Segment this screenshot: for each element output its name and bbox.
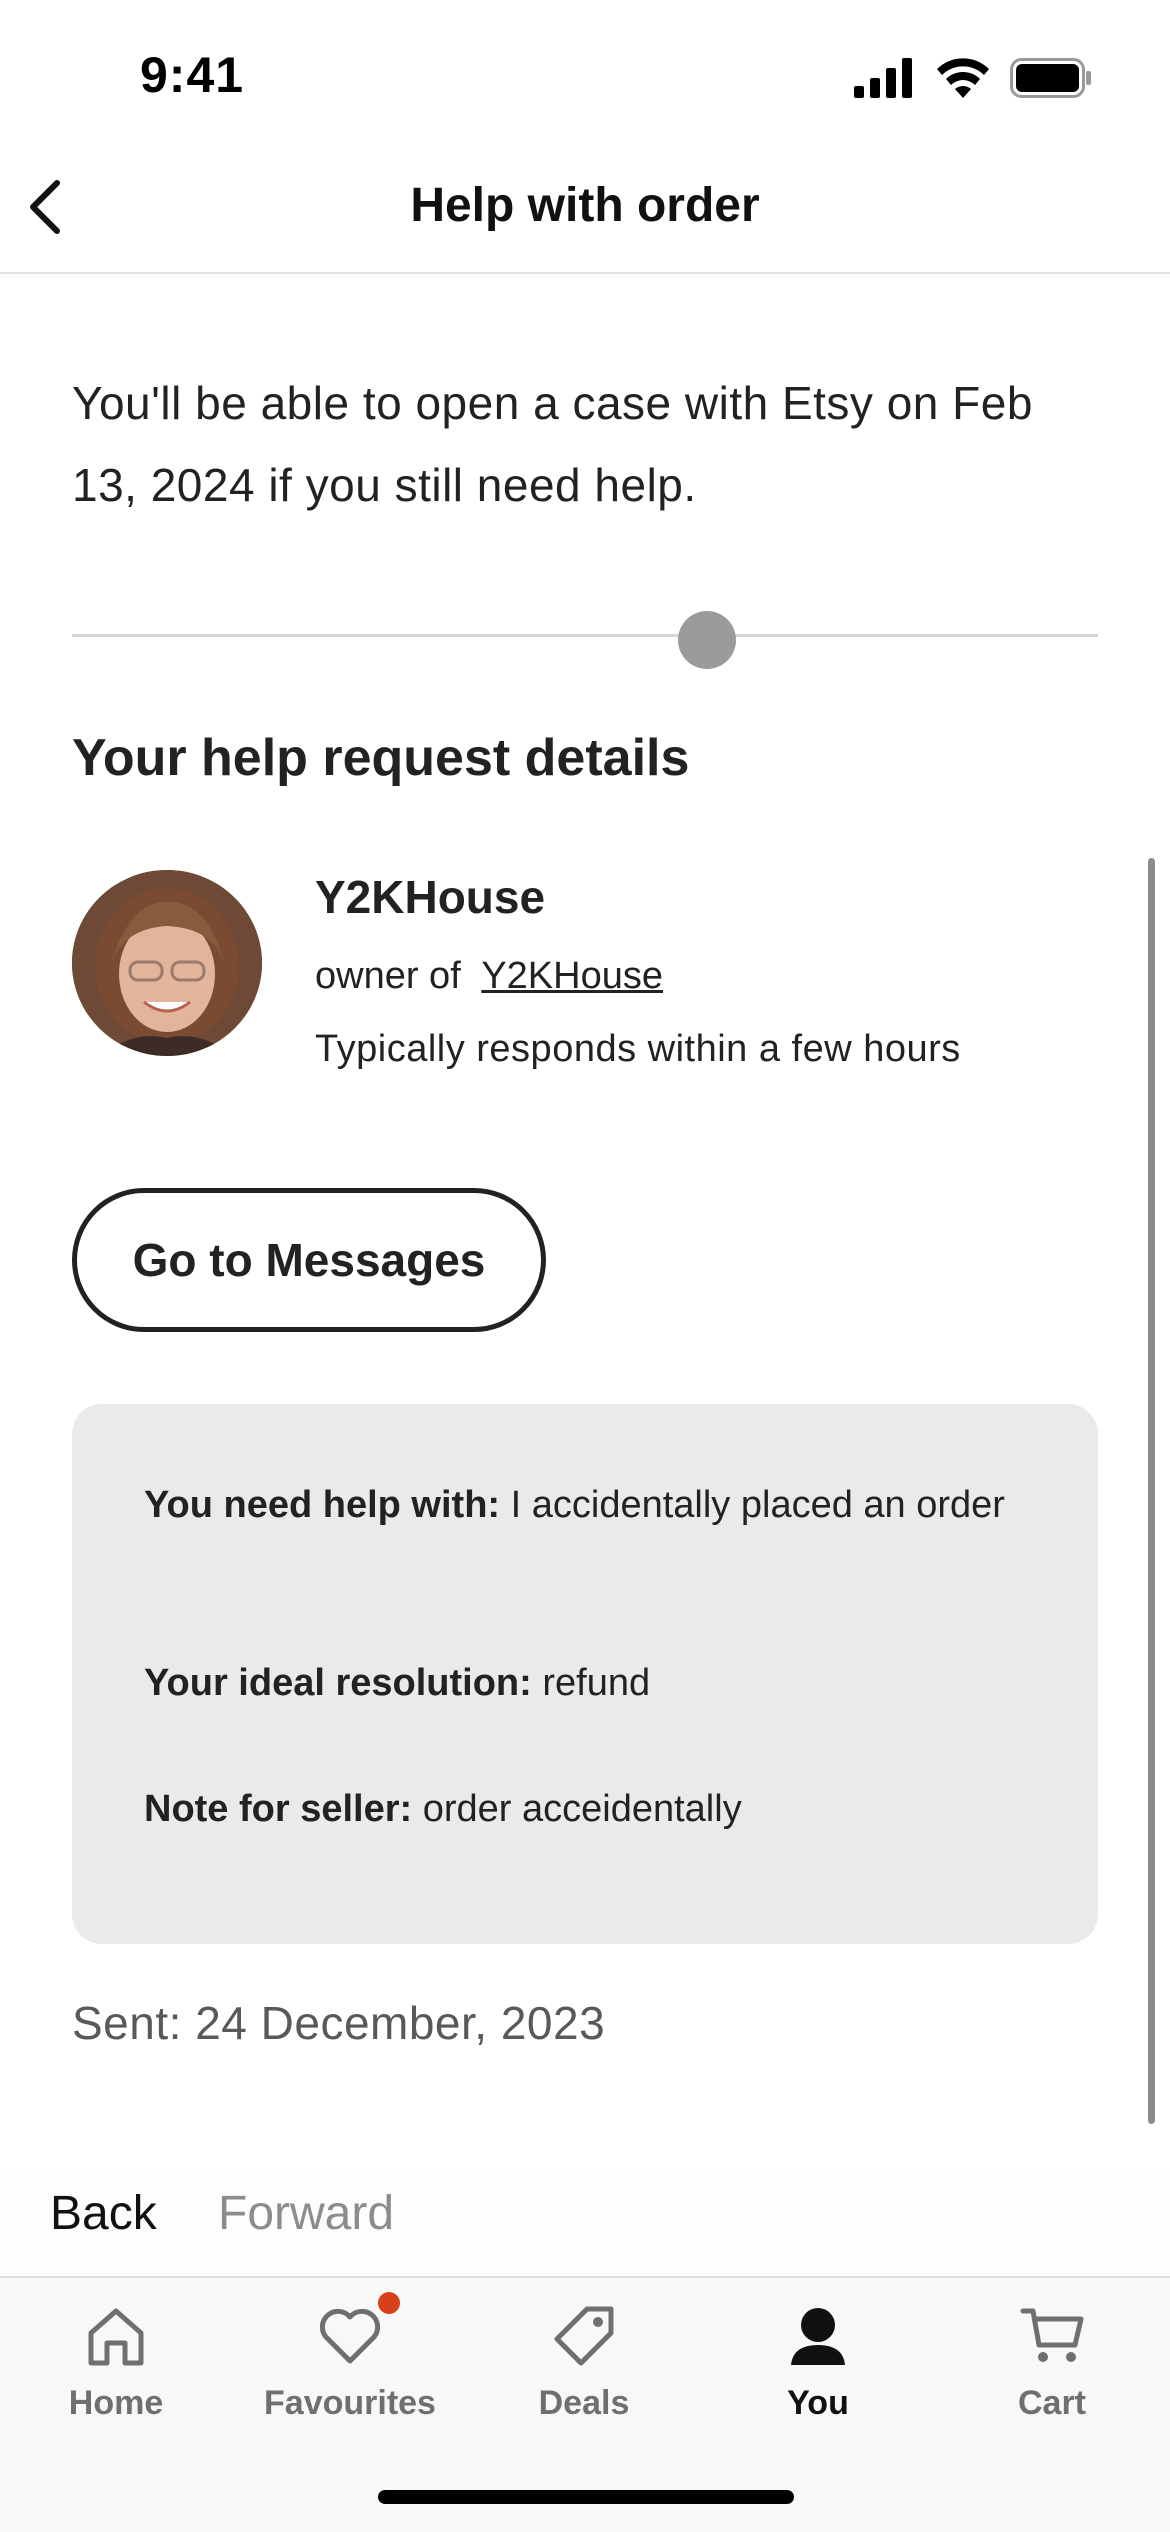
tag-icon [548,2300,620,2372]
resolution-value: refund [542,1662,651,1704]
help-with-label: You need help with: [144,1484,501,1526]
divider-dot [678,611,736,669]
person-icon [782,2300,854,2372]
help-with-row: You need help with: I accidentally place… [144,1478,1024,1532]
signal-icon [854,58,912,98]
page-title: Help with order [410,179,760,232]
tab-cart-label: Cart [1017,2384,1087,2422]
case-info-text: You'll be able to open a case with Etsy … [72,377,1033,511]
divider-line [72,634,1098,637]
resolution-label: Your ideal resolution: [144,1662,532,1704]
battery-icon [1010,58,1091,98]
status-bar: 9:41 [0,0,1170,150]
owner-line: owner of Y2KHouse [315,955,663,998]
tab-cart[interactable]: Cart [952,2300,1152,2450]
note-row: Note for seller: order acceidentally [144,1782,1024,1836]
tab-home[interactable]: Home [16,2300,216,2450]
seller-name: Y2KHouse [315,871,546,923]
cart-icon [1016,2300,1088,2372]
scrollbar[interactable] [1148,858,1155,2124]
notification-dot [378,2292,400,2314]
nav-header: Help with order [0,150,1170,274]
tab-you[interactable]: You [718,2300,918,2450]
tab-favourites-label: Favourites [264,2384,436,2422]
browser-back-button[interactable]: Back [50,2186,157,2241]
help-with-value: I accidentally placed an order [510,1484,1005,1526]
tab-favourites[interactable]: Favourites [250,2292,450,2450]
browser-forward-button[interactable]: Forward [218,2186,394,2241]
resolution-row: Your ideal resolution: refund [144,1656,1024,1710]
home-icon [80,2300,152,2372]
response-time: Typically responds within a few hours [315,1028,961,1070]
owner-prefix: owner of [315,955,461,997]
sent-date: Sent: 24 December, 2023 [72,1997,606,2049]
shop-link[interactable]: Y2KHouse [481,955,663,997]
home-indicator [378,2490,794,2504]
note-label: Note for seller: [144,1788,413,1830]
heart-icon [314,2292,400,2372]
note-value: order acceidentally [422,1788,742,1830]
request-details-card: You need help with: I accidentally place… [72,1404,1098,1944]
avatar [72,870,262,1056]
tab-deals[interactable]: Deals [484,2300,684,2450]
tab-home-label: Home [68,2384,164,2422]
status-time: 9:41 [140,47,245,103]
tab-you-label: You [787,2384,849,2422]
section-heading: Your help request details [72,729,690,787]
go-to-messages-button[interactable]: Go to Messages [72,1188,546,1332]
wifi-icon [937,58,989,98]
tab-deals-label: Deals [538,2384,630,2422]
browser-nav: Back Forward [0,2174,1170,2278]
